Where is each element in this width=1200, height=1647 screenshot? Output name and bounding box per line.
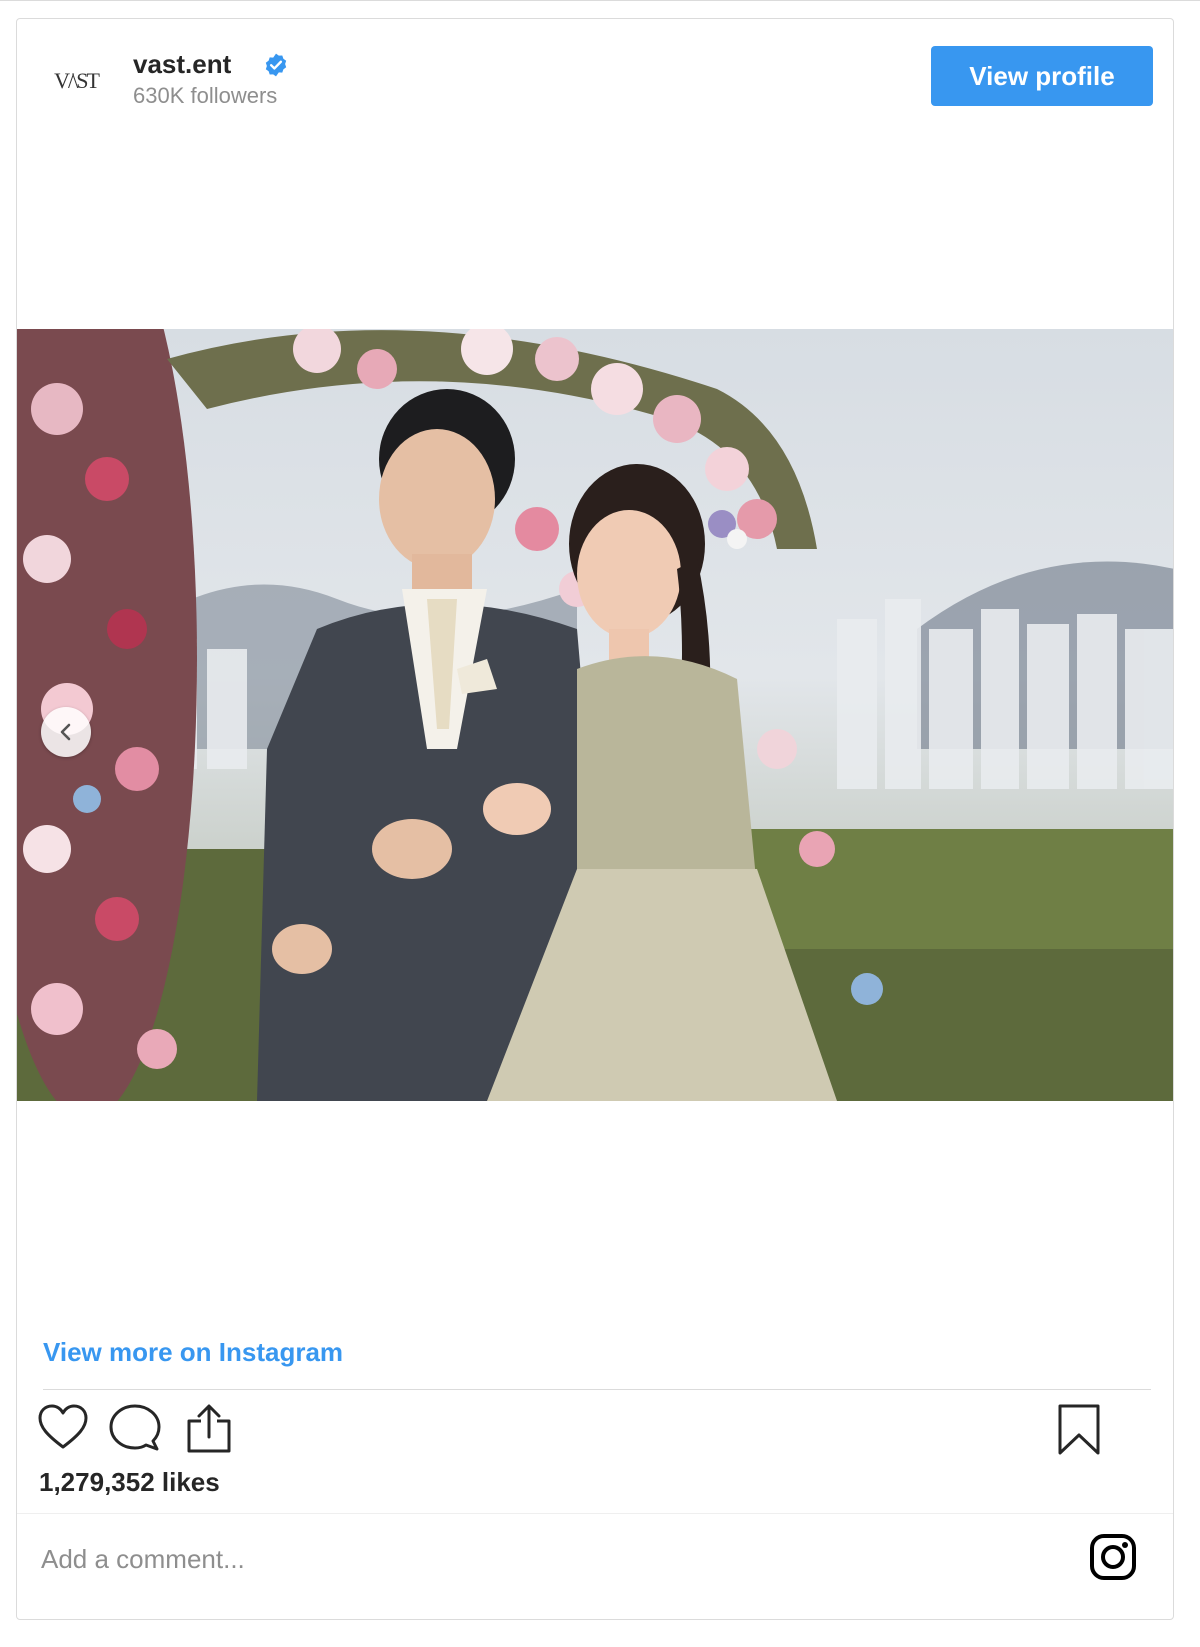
carousel-prev-button[interactable] bbox=[41, 707, 91, 757]
instagram-icon[interactable] bbox=[1089, 1533, 1137, 1581]
follower-count: 630K followers bbox=[133, 83, 278, 108]
share-icon[interactable] bbox=[185, 1403, 233, 1455]
likes-count: 1,279,352 likes bbox=[39, 1467, 220, 1497]
profile-logo[interactable]: V/\ST bbox=[53, 63, 100, 99]
post-image[interactable] bbox=[17, 329, 1173, 1101]
bookmark-icon[interactable] bbox=[1057, 1403, 1101, 1457]
verified-badge-icon bbox=[265, 53, 287, 77]
chevron-left-icon bbox=[60, 723, 71, 741]
divider bbox=[43, 1389, 1151, 1390]
heart-icon[interactable] bbox=[37, 1403, 89, 1451]
comment-input[interactable] bbox=[39, 1533, 1003, 1585]
view-more-link[interactable]: View more on Instagram bbox=[43, 1337, 343, 1368]
instagram-embed-card: V/\ST vast.ent 630K followers View profi… bbox=[16, 18, 1174, 1620]
view-profile-button[interactable]: View profile bbox=[931, 46, 1153, 106]
top-border bbox=[0, 0, 1200, 1]
divider bbox=[17, 1513, 1173, 1514]
wedding-photo-illustration bbox=[17, 329, 1173, 1101]
post-header: V/\ST vast.ent 630K followers View profi… bbox=[17, 19, 1173, 139]
comment-bubble-icon[interactable] bbox=[109, 1403, 161, 1453]
username[interactable]: vast.ent bbox=[133, 49, 231, 80]
